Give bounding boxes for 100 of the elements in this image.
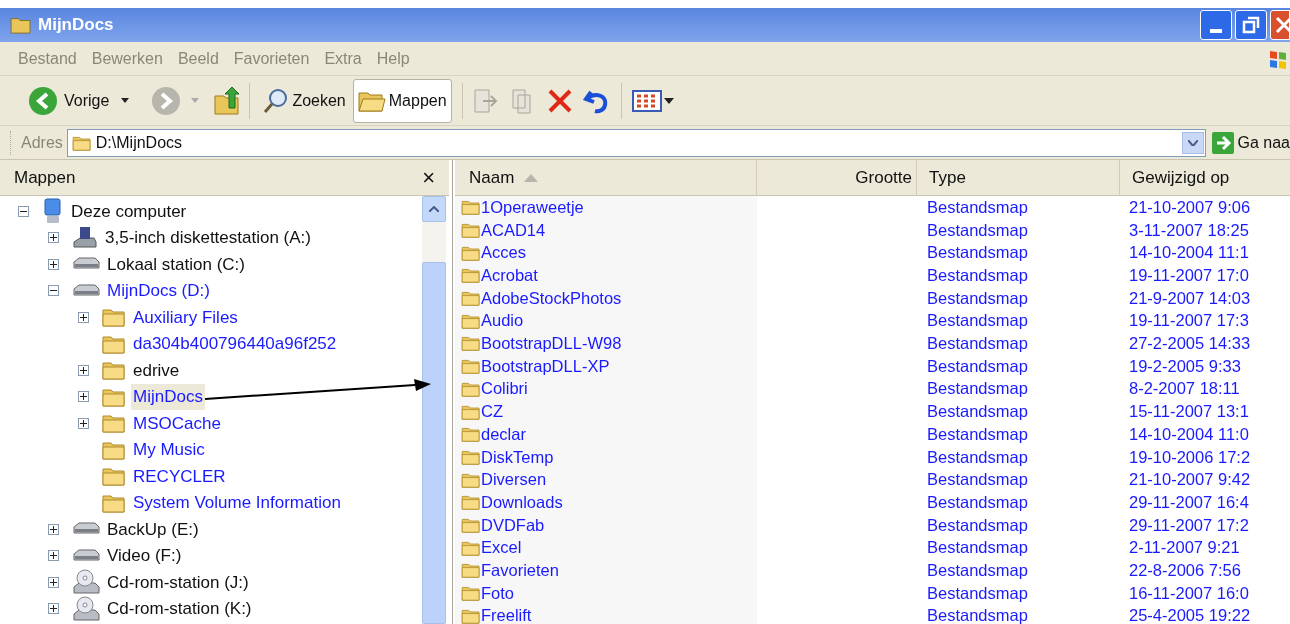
expand-toggle[interactable] xyxy=(47,523,59,535)
file-name[interactable]: Freelift xyxy=(481,603,532,624)
tree-item[interactable]: Lokaal station (C:) xyxy=(105,251,247,277)
table-cell-text: 21-10-2007 9:06 xyxy=(1128,196,1252,218)
views-icon[interactable] xyxy=(631,88,662,113)
address-value: D:\MijnDocs xyxy=(95,132,183,153)
tree-item[interactable]: MijnDocs (D:) xyxy=(105,278,212,304)
tree-item[interactable]: MijnDocs xyxy=(131,384,205,410)
address-field[interactable]: D:\MijnDocs xyxy=(66,128,1206,157)
folder-icon xyxy=(461,267,481,284)
expand-toggle[interactable] xyxy=(77,311,89,323)
plus-icon xyxy=(49,234,57,242)
folder-icon xyxy=(461,335,481,352)
table-cell-text: Bestandsmap xyxy=(926,333,1029,355)
tree-item[interactable]: Deze computer xyxy=(69,198,189,224)
table-cell-text: Bestandsmap xyxy=(926,310,1029,332)
tree-item[interactable]: System Volume Information xyxy=(131,490,343,516)
plus-icon xyxy=(49,552,57,560)
table-cell-text: 16-11-2007 16:0 xyxy=(1128,582,1250,604)
expand-toggle[interactable] xyxy=(77,417,89,429)
table-cell-text: 3-11-2007 18:25 xyxy=(1128,219,1250,241)
table-cell-text: 14-10-2004 11:0 xyxy=(1128,423,1250,445)
folder-icon xyxy=(461,244,481,261)
folder-icon xyxy=(102,386,126,407)
minimize-button[interactable] xyxy=(1200,10,1232,40)
folder-icon xyxy=(461,516,481,533)
tree-item[interactable]: Cd-rom-station (K:) xyxy=(105,596,254,622)
folder-icon xyxy=(461,358,481,375)
column-header[interactable]: Grootte xyxy=(757,160,917,195)
tree-item[interactable]: My Music xyxy=(131,437,207,463)
cd-drive-icon xyxy=(72,569,100,596)
tree-item[interactable]: Cd-rom-station (J:) xyxy=(105,569,251,595)
folder-icon xyxy=(10,16,32,34)
column-header[interactable]: Type xyxy=(917,160,1120,195)
expand-toggle[interactable] xyxy=(77,391,89,403)
caret-icon[interactable] xyxy=(663,97,674,104)
expand-toggle[interactable] xyxy=(47,550,59,562)
expand-toggle[interactable] xyxy=(47,603,59,615)
up-folder-icon[interactable] xyxy=(213,85,242,116)
file-name[interactable]: Excel xyxy=(481,535,522,561)
folder-icon xyxy=(102,439,126,460)
tree-item[interactable]: edrive xyxy=(131,357,182,383)
plus-icon xyxy=(79,313,87,321)
column-header[interactable]: Naam xyxy=(455,160,757,195)
restore-button[interactable] xyxy=(1235,10,1267,40)
table-cell-text: Bestandsmap xyxy=(926,378,1029,400)
tree-item[interactable]: MSOCache xyxy=(131,410,223,436)
delete-icon[interactable] xyxy=(546,87,573,114)
search-button[interactable]: Zoeken xyxy=(258,78,351,123)
table-cell-text: 25-4-2005 19:22 xyxy=(1128,605,1252,624)
back-button[interactable]: Vorige xyxy=(28,85,110,116)
scrollbar[interactable] xyxy=(422,196,446,624)
table-cell-text: 19-11-2007 17:3 xyxy=(1128,310,1250,332)
table-cell-text: Bestandsmap xyxy=(926,514,1029,536)
table-cell-text: Bestandsmap xyxy=(926,469,1029,491)
file-name[interactable]: CZ xyxy=(481,399,503,424)
folder-icon xyxy=(461,222,481,239)
plus-icon xyxy=(49,605,57,613)
file-name[interactable]: Foto xyxy=(481,580,515,606)
tree-item[interactable]: Auxiliary Files xyxy=(131,304,240,330)
column-header[interactable]: Gewijzigd op xyxy=(1120,160,1290,195)
go-button[interactable]: Ga naa xyxy=(1211,130,1290,155)
close-pane-button[interactable]: × xyxy=(422,166,435,189)
table-cell-text: 22-8-2006 7:56 xyxy=(1128,559,1242,581)
table-cell-text: Bestandsmap xyxy=(926,423,1029,445)
folder-icon xyxy=(461,607,481,624)
table-cell-text: 21-10-2007 9:42 xyxy=(1128,469,1252,491)
folder-icon xyxy=(102,333,126,354)
expand-toggle[interactable] xyxy=(47,232,59,244)
hard-drive-icon xyxy=(72,282,100,299)
close-button[interactable] xyxy=(1270,10,1290,40)
caret-icon[interactable] xyxy=(121,98,130,103)
table-cell-text: 29-11-2007 17:2 xyxy=(1128,514,1250,536)
table-cell-text: Bestandsmap xyxy=(926,537,1029,559)
plus-icon xyxy=(79,366,87,374)
address-label: Adres xyxy=(10,130,63,155)
file-name[interactable]: Colibri xyxy=(481,376,528,402)
tree-item[interactable]: RECYCLER xyxy=(131,463,228,489)
table-cell-text: Bestandsmap xyxy=(926,605,1029,624)
table-cell-text: Bestandsmap xyxy=(926,242,1029,264)
expand-toggle[interactable] xyxy=(47,576,59,588)
minimize-icon xyxy=(1210,29,1222,33)
folders-button[interactable]: Mappen xyxy=(352,78,452,123)
table-cell-text: Bestandsmap xyxy=(926,401,1029,423)
folder-icon xyxy=(461,585,481,602)
table-cell-text: Bestandsmap xyxy=(926,219,1029,241)
file-name[interactable]: Audio xyxy=(481,308,524,334)
folder-icon xyxy=(461,448,481,465)
expand-toggle[interactable] xyxy=(47,258,59,270)
tree-item[interactable]: 3,5-inch diskettestation (A:) xyxy=(103,225,313,251)
file-name[interactable]: declar xyxy=(481,421,526,447)
collapse-toggle[interactable] xyxy=(47,285,59,297)
tree-item[interactable]: BackUp (E:) xyxy=(105,516,201,542)
collapse-toggle[interactable] xyxy=(17,205,29,217)
tree-item[interactable]: da304b400796440a96f252 xyxy=(131,331,339,357)
tree-item[interactable]: Video (F:) xyxy=(105,543,184,569)
dropdown-button[interactable] xyxy=(1181,131,1204,154)
file-name[interactable]: Acces xyxy=(481,240,526,266)
table-cell-text: Bestandsmap xyxy=(926,287,1029,309)
expand-toggle[interactable] xyxy=(77,364,89,376)
